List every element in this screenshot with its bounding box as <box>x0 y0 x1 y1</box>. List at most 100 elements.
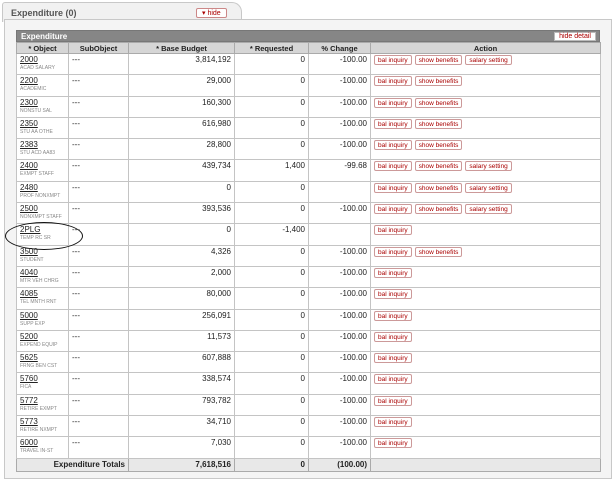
bal-inquiry-button[interactable]: bal inquiry <box>374 438 412 449</box>
base-budget-cell: 439,734 <box>128 159 235 182</box>
bal-inquiry-button[interactable]: bal inquiry <box>374 118 412 129</box>
salary-setting-button[interactable]: salary setting <box>465 204 512 215</box>
requested-cell: 0 <box>234 52 309 76</box>
bal-inquiry-button[interactable]: bal inquiry <box>374 161 412 172</box>
object-description: EXPEND EQUIP <box>20 341 58 348</box>
base-budget-cell: 80,000 <box>128 287 235 310</box>
bal-inquiry-button[interactable]: bal inquiry <box>374 76 412 87</box>
action-cell: bal inquiry <box>370 287 601 310</box>
object-cell: 5000 SUPP EXP <box>16 308 69 331</box>
object-code-link[interactable]: 6000 <box>20 438 65 448</box>
action-cell: bal inquiry <box>370 265 601 289</box>
show-benefits-button[interactable]: show benefits <box>414 140 463 151</box>
bal-inquiry-button[interactable]: bal inquiry <box>374 225 412 236</box>
object-code-link[interactable]: 2300 <box>20 98 65 108</box>
base-budget-cell: 607,888 <box>128 351 235 374</box>
base-budget-cell: 160,300 <box>128 95 235 118</box>
action-cell: bal inquiry show benefits salary setting <box>370 202 601 225</box>
bal-inquiry-button[interactable]: bal inquiry <box>374 331 412 342</box>
bal-inquiry-button[interactable]: bal inquiry <box>374 204 412 215</box>
salary-setting-button[interactable]: salary setting <box>465 182 512 193</box>
show-benefits-button[interactable]: show benefits <box>414 204 463 215</box>
object-description: FICA <box>20 384 32 391</box>
subobject-cell: --- <box>68 138 129 161</box>
object-code-link[interactable]: 4085 <box>20 289 65 299</box>
object-code-link[interactable]: 5625 <box>20 353 65 363</box>
bal-inquiry-button[interactable]: bal inquiry <box>374 246 412 257</box>
object-code-link[interactable]: 2480 <box>20 183 65 193</box>
object-code-link[interactable]: 4040 <box>20 268 65 278</box>
show-benefits-button[interactable]: show benefits <box>414 246 463 257</box>
bal-inquiry-button[interactable]: bal inquiry <box>374 182 412 193</box>
object-code-link[interactable]: 5200 <box>20 332 65 342</box>
object-description: ACAD SALARY <box>20 65 55 71</box>
column-header-base-budget[interactable]: * Base Budget <box>128 42 235 54</box>
requested-cell: 0 <box>234 180 309 204</box>
totals-action-cell <box>370 457 601 472</box>
object-code-link[interactable]: 5760 <box>20 374 65 384</box>
hide-detail-button[interactable]: hide detail <box>554 32 596 41</box>
bal-inquiry-button[interactable]: bal inquiry <box>374 395 412 406</box>
object-code-link[interactable]: 2200 <box>20 76 65 86</box>
object-code-link[interactable]: 5000 <box>20 311 65 321</box>
bal-inquiry-button[interactable]: bal inquiry <box>374 289 412 300</box>
table-row: 4040 MTR VEH CHRG --- 2,000 0 -100.00 bal inqu… <box>16 265 601 289</box>
object-code-link[interactable]: 3500 <box>20 247 65 257</box>
table-row: 3500 STUDENT --- 4,326 0 -100.00 bal inquiry sh… <box>16 244 601 267</box>
object-code-link[interactable]: 2350 <box>20 119 65 129</box>
object-code-link[interactable]: 2383 <box>20 140 65 150</box>
object-code-link[interactable]: 2400 <box>20 161 65 171</box>
table-header-row: * Object SubObject * Base Budget * Reque… <box>16 42 601 54</box>
percent-change-cell: -100.00 <box>308 415 371 438</box>
object-cell: 5625 FRNG BEN CST <box>16 351 69 374</box>
base-budget-cell: 393,536 <box>128 202 235 225</box>
bal-inquiry-button[interactable]: bal inquiry <box>374 267 412 278</box>
object-description: RETIRE EXMPT <box>20 405 57 412</box>
section-header: Expenditure hide detail <box>16 30 600 42</box>
show-benefits-button[interactable]: show benefits <box>414 161 463 172</box>
table-row: 2PLG TEMP RC SR --- 0 -1,400 bal inquiry <box>16 223 601 246</box>
percent-change-cell: -100.00 <box>308 116 371 140</box>
column-header-percent-change[interactable]: % Change <box>308 42 371 54</box>
table-row: 5200 EXPEND EQUIP --- 11,573 0 -100.00 bal inq… <box>16 329 601 353</box>
object-code-link[interactable]: 5772 <box>20 396 65 406</box>
salary-setting-button[interactable]: salary setting <box>465 55 512 65</box>
bal-inquiry-button[interactable]: bal inquiry <box>374 374 412 385</box>
column-header-object[interactable]: * Object <box>16 42 69 54</box>
show-benefits-button[interactable]: show benefits <box>414 182 463 193</box>
bal-inquiry-button[interactable]: bal inquiry <box>374 55 412 65</box>
subobject-cell: --- <box>68 180 129 204</box>
show-benefits-button[interactable]: show benefits <box>414 55 463 65</box>
requested-cell: 0 <box>234 138 309 161</box>
object-description: TEL MNTH RNT <box>20 299 57 306</box>
bal-inquiry-button[interactable]: bal inquiry <box>374 140 412 151</box>
show-benefits-button[interactable]: show benefits <box>414 76 463 87</box>
bal-inquiry-button[interactable]: bal inquiry <box>374 417 412 428</box>
subobject-cell: --- <box>68 308 129 331</box>
requested-cell: 0 <box>234 202 309 225</box>
action-cell: bal inquiry show benefits <box>370 244 601 267</box>
object-code-link[interactable]: 2500 <box>20 204 65 214</box>
object-code-link[interactable]: 5773 <box>20 417 65 427</box>
hide-tab-button[interactable]: ▾ hide <box>196 8 227 18</box>
subobject-cell: --- <box>68 52 129 76</box>
table-row: 5772 RETIRE EXMPT --- 793,782 0 -100.00 bal in… <box>16 393 601 417</box>
base-budget-cell: 11,573 <box>128 329 235 353</box>
salary-setting-button[interactable]: salary setting <box>465 161 512 172</box>
bal-inquiry-button[interactable]: bal inquiry <box>374 310 412 321</box>
show-benefits-button[interactable]: show benefits <box>414 118 463 129</box>
percent-change-cell: -100.00 <box>308 329 371 353</box>
subobject-cell: --- <box>68 223 129 246</box>
object-code-link[interactable]: 2000 <box>20 55 65 65</box>
object-cell: 2350 STU AA OTHE <box>16 116 69 140</box>
base-budget-cell: 0 <box>128 180 235 204</box>
show-benefits-button[interactable]: show benefits <box>414 97 463 108</box>
subobject-cell: --- <box>68 393 129 417</box>
column-header-subobject[interactable]: SubObject <box>68 42 129 54</box>
object-code-link[interactable]: 2PLG <box>20 225 65 235</box>
bal-inquiry-button[interactable]: bal inquiry <box>374 353 412 364</box>
object-description: RETIRE NXMPT <box>20 427 58 434</box>
bal-inquiry-button[interactable]: bal inquiry <box>374 97 412 108</box>
subobject-cell: --- <box>68 351 129 374</box>
column-header-requested[interactable]: * Requested <box>234 42 309 54</box>
